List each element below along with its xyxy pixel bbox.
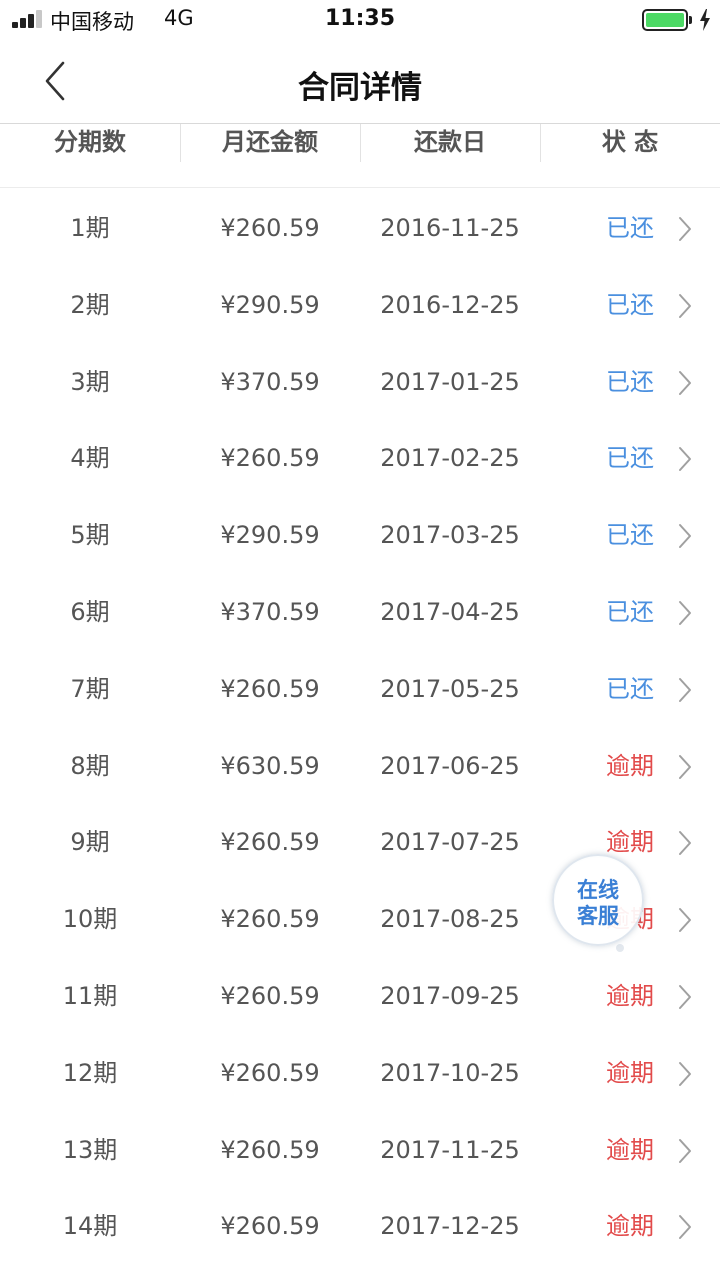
- installment-amount: ¥290.59: [220, 521, 320, 550]
- installment-status: 已还: [606, 597, 654, 626]
- installment-due-date: 2017-02-25: [380, 444, 520, 473]
- chevron-right-icon: [679, 447, 691, 472]
- battery-level: [646, 13, 684, 27]
- installment-status: 逾期: [606, 1135, 654, 1164]
- installment-status: 逾期: [606, 981, 654, 1010]
- chevron-right-icon: [679, 524, 691, 549]
- installment-row[interactable]: 1期 ¥260.59 2016-11-25 已还: [0, 190, 720, 267]
- chevron-right-icon: [679, 1138, 691, 1163]
- installment-row[interactable]: 8期 ¥630.59 2017-06-25 逾期: [0, 728, 720, 805]
- installment-status: 已还: [606, 214, 654, 242]
- installment-term: 13期: [62, 1135, 118, 1164]
- battery-tip: [689, 16, 692, 24]
- nav-bar: 合同详情: [0, 40, 720, 124]
- installment-row[interactable]: 4期 ¥260.59 2017-02-25 已还: [0, 420, 720, 497]
- installment-amount: ¥260.59: [220, 444, 320, 473]
- installment-amount: ¥290.59: [220, 290, 320, 319]
- chevron-right-icon: [679, 600, 691, 625]
- chevron-right-icon: [679, 217, 691, 241]
- installment-row[interactable]: 12期 ¥260.59 2017-10-25 逾期: [0, 1035, 720, 1112]
- chevron-right-icon: [679, 1215, 691, 1240]
- installment-amount: ¥260.59: [220, 674, 320, 703]
- installment-due-date: 2017-06-25: [380, 751, 520, 780]
- installment-amount: ¥260.59: [220, 828, 320, 857]
- service-label-line2: 客服: [577, 904, 619, 928]
- installment-term: 5期: [70, 521, 110, 550]
- installment-status: 已还: [606, 521, 654, 550]
- installment-term: 14期: [62, 1212, 118, 1241]
- installment-due-date: 2017-09-25: [380, 981, 520, 1010]
- installment-term: 2期: [70, 290, 110, 319]
- chevron-right-icon: [679, 1061, 691, 1086]
- charging-bolt-icon: [700, 9, 710, 31]
- installment-term: 10期: [62, 905, 118, 934]
- installment-term: 6期: [70, 597, 110, 626]
- installment-status: 已还: [606, 290, 654, 319]
- installment-due-date: 2017-03-25: [380, 521, 520, 550]
- status-time: 11:35: [324, 6, 396, 31]
- installment-amount: ¥260.59: [220, 1135, 320, 1164]
- header-date: 还款日: [414, 128, 486, 156]
- installment-due-date: 2017-10-25: [380, 1058, 520, 1087]
- installment-term: 7期: [70, 674, 110, 703]
- installment-amount: ¥260.59: [220, 214, 320, 242]
- installment-due-date: 2016-12-25: [380, 290, 520, 319]
- installment-row[interactable]: 2期 ¥290.59 2016-12-25 已还: [0, 267, 720, 344]
- back-button[interactable]: [30, 56, 80, 106]
- installment-status: 已还: [606, 674, 654, 703]
- installment-status: 已还: [606, 444, 654, 473]
- installment-status: 逾期: [606, 751, 654, 780]
- chevron-right-icon: [679, 908, 691, 933]
- page-title: 合同详情: [298, 70, 422, 106]
- battery-icon: [642, 9, 688, 31]
- installment-row[interactable]: 14期 ¥260.59 2017-12-25 逾期: [0, 1188, 720, 1265]
- installment-amount: ¥260.59: [220, 905, 320, 934]
- installment-term: 1期: [70, 214, 110, 242]
- chevron-right-icon: [679, 370, 691, 395]
- installment-status: 逾期: [606, 1058, 654, 1087]
- chevron-right-icon: [679, 293, 691, 318]
- installment-term: 11期: [62, 981, 118, 1010]
- installment-row[interactable]: 6期 ¥370.59 2017-04-25 已还: [0, 574, 720, 651]
- chevron-right-icon: [679, 984, 691, 1009]
- online-customer-service-button[interactable]: 在线 客服: [548, 852, 658, 952]
- installment-row[interactable]: 13期 ¥260.59 2017-11-25 逾期: [0, 1112, 720, 1189]
- installment-row[interactable]: 11期 ¥260.59 2017-09-25 逾期: [0, 958, 720, 1035]
- chevron-left-icon: [45, 61, 65, 101]
- header-term: 分期数: [54, 128, 126, 156]
- installment-status: 逾期: [606, 1212, 654, 1241]
- table-header: 分期数 月还金额 还款日 状 态: [0, 124, 720, 188]
- installment-due-date: 2016-11-25: [380, 214, 520, 242]
- installment-amount: ¥260.59: [220, 981, 320, 1010]
- installment-term: 4期: [70, 444, 110, 473]
- chevron-right-icon: [679, 754, 691, 779]
- installment-term: 3期: [70, 367, 110, 396]
- header-amount: 月还金额: [222, 128, 318, 156]
- installment-term: 9期: [70, 828, 110, 857]
- installment-amount: ¥630.59: [220, 751, 320, 780]
- installment-term: 8期: [70, 751, 110, 780]
- installment-due-date: 2017-11-25: [380, 1135, 520, 1164]
- installment-row[interactable]: 3期 ¥370.59 2017-01-25 已还: [0, 344, 720, 421]
- installment-term: 12期: [62, 1058, 118, 1087]
- installment-list: 1期 ¥260.59 2016-11-25 已还 2期 ¥290.59 2016…: [0, 190, 720, 1265]
- installment-due-date: 2017-08-25: [380, 905, 520, 934]
- installment-amount: ¥370.59: [220, 367, 320, 396]
- header-status: 状 态: [601, 128, 659, 156]
- installment-due-date: 2017-12-25: [380, 1212, 520, 1241]
- chevron-right-icon: [679, 831, 691, 856]
- installment-due-date: 2017-04-25: [380, 597, 520, 626]
- chevron-right-icon: [679, 677, 691, 702]
- installment-status: 已还: [606, 367, 654, 396]
- installment-row[interactable]: 7期 ¥260.59 2017-05-25 已还: [0, 651, 720, 728]
- status-bar: 中国移动 4G 11:35: [0, 0, 720, 40]
- installment-due-date: 2017-01-25: [380, 367, 520, 396]
- installment-due-date: 2017-07-25: [380, 828, 520, 857]
- installment-due-date: 2017-05-25: [380, 674, 520, 703]
- installment-amount: ¥370.59: [220, 597, 320, 626]
- installment-row[interactable]: 5期 ¥290.59 2017-03-25 已还: [0, 497, 720, 574]
- installment-amount: ¥260.59: [220, 1058, 320, 1087]
- installment-amount: ¥260.59: [220, 1212, 320, 1241]
- service-label-line1: 在线: [577, 878, 619, 902]
